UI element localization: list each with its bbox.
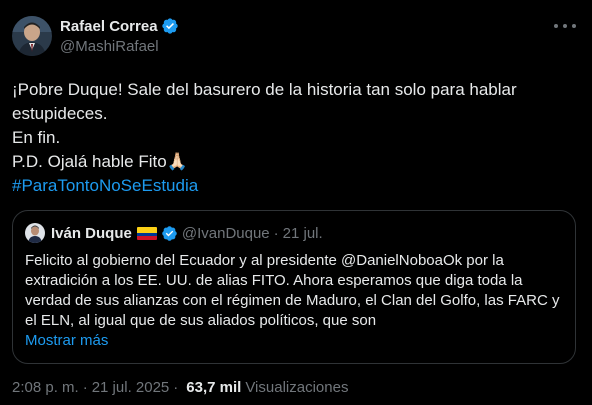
tweet-line: En fin. [12,128,61,147]
quoted-line: Felicito al gobierno del Ecuador y al pr… [25,252,504,269]
tweet: Rafael Correa @MashiRafael ¡Pobre Duque!… [0,0,592,405]
show-more-link[interactable]: Mostrar más [25,331,563,351]
separator-dot: · [173,379,179,396]
hashtag-link[interactable]: #ParaTontoNoSeEstudia [12,174,576,198]
profile-photo-icon [25,223,45,243]
views-count[interactable]: 63,7 mil [186,379,241,396]
quoted-text: Felicito al gobierno del Ecuador y al pr… [25,251,563,351]
tweet-metadata: 2:08 p. m. · 21 jul. 2025 · 63,7 mil Vis… [12,379,348,396]
tweet-line: P.D. Ojalá hable Fito🙏🏻 [12,152,188,171]
tweet-line: estupideces. [12,104,108,123]
tweet-line: ¡Pobre Duque! Sale del basurero de la hi… [12,80,517,99]
dot [572,24,576,28]
verified-badge-icon [161,17,179,35]
verified-badge-icon [161,225,178,242]
tweet-time[interactable]: 2:08 p. m. [12,379,79,396]
profile-photo-icon [12,16,52,56]
quoted-line: extradición a los EE. UU. de alias FITO.… [25,272,523,289]
quoted-avatar [25,223,45,243]
quoted-date: 21 jul. [282,224,323,242]
colombia-flag-icon [136,226,157,240]
quoted-line: el ELN, al igual que de sus aliados polí… [25,312,377,329]
author-names: Rafael Correa @MashiRafael [60,17,179,55]
tweet-header: Rafael Correa @MashiRafael [12,12,576,60]
tweet-text: ¡Pobre Duque! Sale del basurero de la hi… [12,78,576,198]
quoted-handle: @IvanDuque [181,224,270,242]
author-handle[interactable]: @MashiRafael [60,38,179,55]
dot [563,24,567,28]
tweet-date[interactable]: 21 jul. 2025 [92,379,170,396]
more-options-icon[interactable] [554,22,576,30]
quoted-line: verdad de sus alianzas con el régimen de… [25,292,560,309]
views-label: Visualizaciones [245,379,349,396]
separator-dot: · [82,379,88,396]
dot [554,24,558,28]
quoted-header: Iván Duque @IvanDuque · 21 jul. [25,223,563,243]
separator-dot: · [273,224,279,242]
author-display-name[interactable]: Rafael Correa [60,18,158,35]
quoted-display-name[interactable]: Iván Duque [51,225,132,242]
author-avatar[interactable] [12,16,52,56]
quoted-tweet[interactable]: Iván Duque @IvanDuque · 21 jul. Felicito… [12,210,576,364]
author-name-row: Rafael Correa [60,17,179,35]
